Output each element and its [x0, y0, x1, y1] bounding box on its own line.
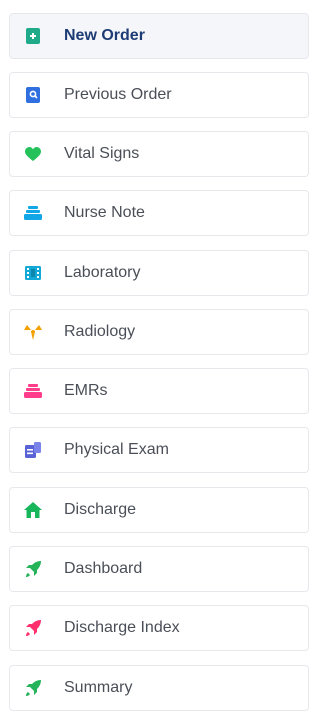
radiation-icon [24, 323, 42, 341]
menu-item-label: Discharge Index [64, 619, 180, 636]
physical-exam-icon [24, 441, 42, 459]
heart-icon [24, 145, 42, 163]
menu-item-label: Physical Exam [64, 441, 169, 458]
previous-order-icon [24, 86, 42, 104]
menu-item-summary[interactable]: Summary [9, 665, 309, 711]
side-menu: New Order Previous Order Vital Signs Nur… [0, 0, 309, 711]
menu-item-physical-exam[interactable]: Physical Exam [9, 427, 309, 473]
menu-item-label: Vital Signs [64, 145, 140, 162]
rocket-icon [24, 560, 42, 578]
menu-item-laboratory[interactable]: Laboratory [9, 250, 309, 296]
menu-item-label: Summary [64, 679, 133, 696]
menu-item-label: New Order [64, 27, 145, 44]
menu-item-vital-signs[interactable]: Vital Signs [9, 131, 309, 177]
nurse-note-icon [24, 204, 42, 222]
rocket-icon [24, 619, 42, 637]
menu-item-nurse-note[interactable]: Nurse Note [9, 190, 309, 236]
menu-item-discharge[interactable]: Discharge [9, 487, 309, 533]
menu-item-label: Radiology [64, 323, 136, 340]
menu-item-label: Discharge [64, 501, 137, 518]
menu-item-previous-order[interactable]: Previous Order [9, 72, 309, 118]
menu-item-label: EMRs [64, 382, 108, 399]
new-order-icon [24, 27, 42, 45]
laboratory-icon [24, 264, 42, 282]
menu-item-label: Laboratory [64, 264, 141, 281]
menu-item-label: Nurse Note [64, 204, 145, 221]
emrs-icon [24, 382, 42, 400]
menu-item-label: Previous Order [64, 86, 172, 103]
menu-item-dashboard[interactable]: Dashboard [9, 546, 309, 592]
home-icon [24, 501, 42, 519]
rocket-icon [24, 679, 42, 697]
menu-item-emrs[interactable]: EMRs [9, 368, 309, 414]
menu-item-discharge-index[interactable]: Discharge Index [9, 605, 309, 651]
menu-item-label: Dashboard [64, 560, 143, 577]
menu-item-radiology[interactable]: Radiology [9, 309, 309, 355]
menu-item-new-order[interactable]: New Order [9, 13, 309, 59]
